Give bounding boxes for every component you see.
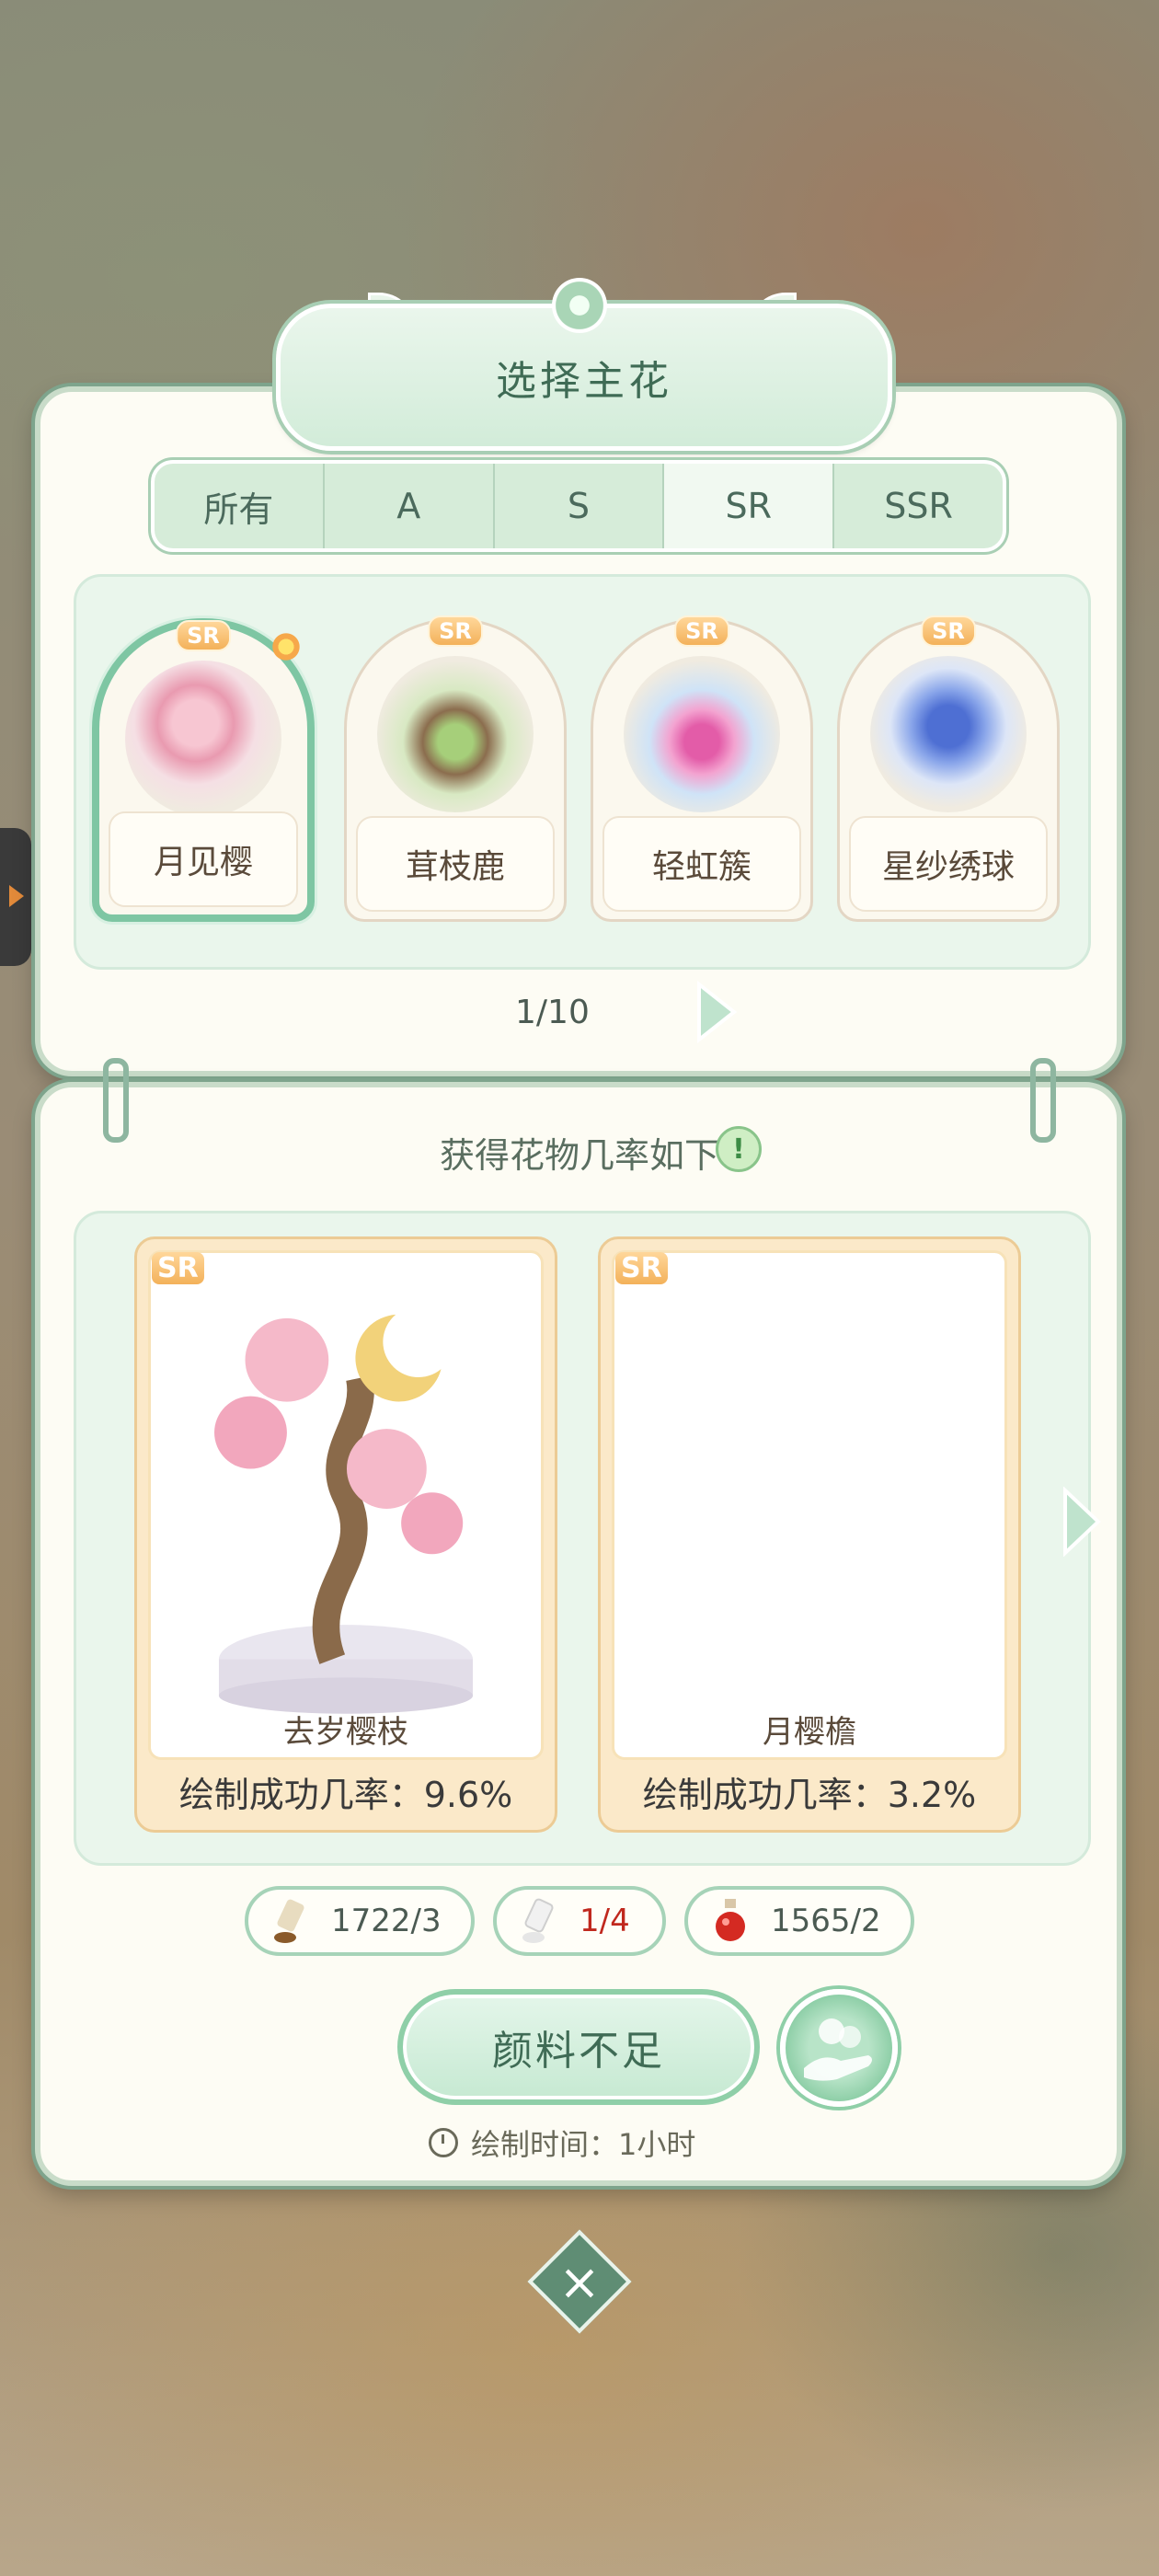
reward-name: 月樱檐 [763,1714,856,1751]
next-page-arrow-icon[interactable] [692,981,738,1043]
rate-heading: 获得花物几率如下 [304,1127,855,1178]
friend-help-button[interactable] [780,1989,898,2107]
reward-art-frame [148,1250,544,1760]
flower-card-rongzhilu[interactable]: SR 茸枝鹿 [344,615,567,922]
reward-rate: 绘制成功几率：9.6% [178,1775,513,1815]
hydrangea-icon [870,656,1027,812]
close-icon: × [558,2252,601,2311]
banner-flower-icon [552,278,607,333]
rarity-badge: SR [428,615,483,647]
tab-sr[interactable]: SR [664,464,835,548]
page-title: 选择主花 [496,358,672,405]
rarity-badge: SR [152,1252,204,1284]
rarity-badge: SR [615,1252,668,1284]
cherry-blossom-icon [125,661,281,817]
flower-name: 茸枝鹿 [356,816,555,912]
reward-name: 去岁樱枝 [283,1714,408,1751]
cost-paint-tube: 1722/3 [245,1886,475,1956]
cost-value: 1/4 [580,1903,630,1939]
cost-white-paint: 1/4 [493,1886,666,1956]
tab-all[interactable]: 所有 [155,464,325,548]
white-paint-tube-icon [522,1898,554,1943]
antler-tree-icon [377,656,534,812]
flower-card-xingshaxiuqiu[interactable]: SR 星纱绣球 [837,615,1060,922]
flower-name: 月见樱 [109,811,298,907]
clock-icon [429,2128,458,2157]
flower-name: 星纱绣球 [849,816,1048,912]
panel-hook-left [103,1058,129,1143]
paint-tube-icon [274,1899,304,1943]
panel-hook-right [1030,1058,1056,1143]
cherry-tree-bonsai-icon [214,1314,474,1714]
rate-heading-text: 获得花物几率如下 [439,1135,719,1176]
friend-hand-icon [804,2018,872,2081]
reward-card[interactable]: SR 月樱檐 绘制成功几率：3.2% [598,1236,1021,1833]
side-drawer-arrow-icon [9,885,24,907]
insufficient-paint-button[interactable]: 颜料不足 [397,1989,760,2105]
next-reward-arrow-icon[interactable] [1060,1487,1102,1557]
reward-rate: 绘制成功几率：3.2% [642,1775,977,1815]
paint-time-row: 绘制时间：1小时 [429,2122,695,2164]
info-icon[interactable]: ! [716,1126,762,1172]
reward-card[interactable]: SR 去岁樱枝 绘制成功几率：9.6% [134,1236,557,1833]
tab-s[interactable]: S [495,464,665,548]
rarity-badge: SR [674,615,729,647]
page-indicator: 1/10 [515,994,590,1031]
tab-ssr[interactable]: SSR [834,464,1003,548]
flower-card-qinghongcu[interactable]: SR 轻虹簇 [591,615,813,922]
reward-art-frame [612,1250,1007,1760]
favorite-star-icon [270,631,302,662]
tab-a[interactable]: A [325,464,495,548]
red-potion-icon [716,1899,745,1941]
cost-value: 1565/2 [771,1903,881,1939]
cost-value: 1722/3 [331,1903,442,1939]
rarity-badge: SR [176,620,231,651]
cost-red-potion: 1565/2 [684,1886,914,1956]
rarity-badge: SR [921,615,976,647]
flower-name: 轻虹簇 [602,816,801,912]
paint-time-label: 绘制时间：1小时 [471,2127,696,2162]
rainbow-flower-cluster-icon [624,656,780,812]
flower-card-yuejianying[interactable]: SR 月见樱 [92,618,315,922]
rarity-tabs: 所有 A S SR SSR [151,460,1006,552]
